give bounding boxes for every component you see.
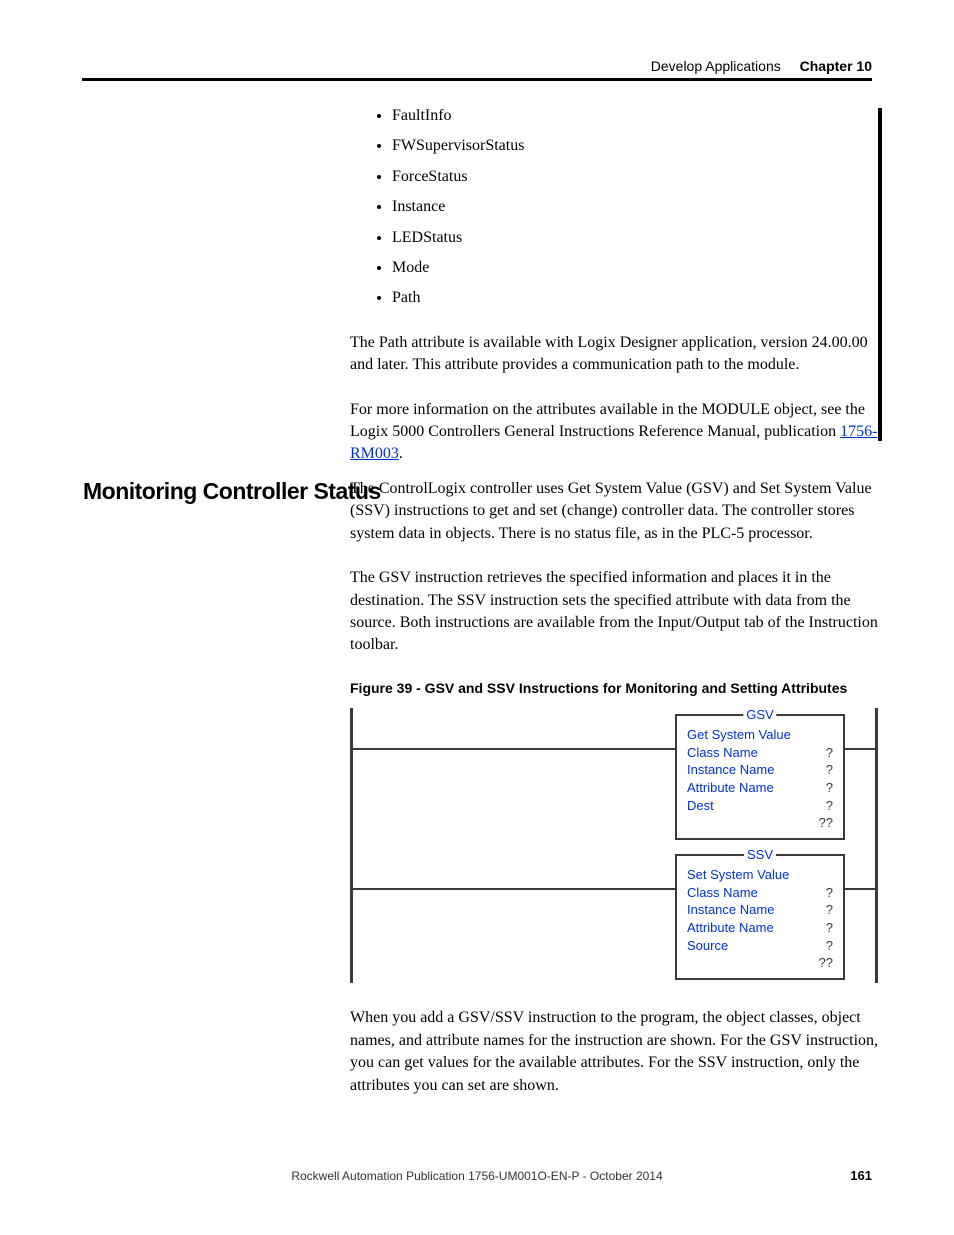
ssv-row-k: Class Name: [687, 884, 758, 902]
ladder-rung-gsv-out: [845, 748, 875, 750]
paragraph-path: The Path attribute is available with Log…: [350, 332, 880, 377]
ssv-title: Set System Value: [687, 866, 789, 884]
header-rule: [82, 78, 872, 81]
header-chapter-label: Chapter 10: [800, 58, 872, 74]
paragraph-moreinfo-pre: For more information on the attributes a…: [350, 401, 865, 440]
gsv-title: Get System Value: [687, 726, 791, 744]
ladder-diagram: GSV Get System Value Class Name? Instanc…: [350, 708, 878, 983]
attributes-list: FaultInfo FWSupervisorStatus ForceStatus…: [350, 105, 880, 310]
ssv-row-k: Source: [687, 937, 728, 955]
ssv-tag: SSV: [744, 846, 776, 864]
gsv-row-v: ?: [826, 761, 833, 779]
ladder-rung-ssv-out: [845, 888, 875, 890]
gsv-tag: GSV: [743, 706, 776, 724]
ssv-row-v: ?: [826, 901, 833, 919]
figure-caption: Figure 39 - GSV and SSV Instructions for…: [350, 679, 880, 699]
gsv-row-v: ?: [826, 779, 833, 797]
list-item: Path: [392, 287, 880, 309]
gsv-row-k: Attribute Name: [687, 779, 774, 797]
gsv-row-v: ?: [826, 744, 833, 762]
paragraph-s2-2: The GSV instruction retrieves the specif…: [350, 567, 880, 657]
section-heading: Monitoring Controller Status: [83, 478, 381, 505]
ssv-row-v: ?: [826, 937, 833, 955]
paragraph-after-figure: When you add a GSV/SSV instruction to th…: [350, 1007, 880, 1097]
gsv-row-k: Class Name: [687, 744, 758, 762]
ssv-row-v: ?: [826, 919, 833, 937]
paragraph-moreinfo-post: .: [399, 445, 403, 462]
header-chapter-title: Develop Applications: [651, 58, 781, 74]
gsv-block: GSV Get System Value Class Name? Instanc…: [675, 714, 845, 839]
gsv-row-k: Instance Name: [687, 761, 774, 779]
list-item: FaultInfo: [392, 105, 880, 127]
paragraph-s2-1: The ControlLogix controller uses Get Sys…: [350, 478, 880, 545]
ssv-row-v: ??: [819, 954, 833, 972]
footer-publication: Rockwell Automation Publication 1756-UM0…: [291, 1169, 662, 1183]
ssv-row-k: Attribute Name: [687, 919, 774, 937]
list-item: Mode: [392, 257, 880, 279]
list-item: ForceStatus: [392, 166, 880, 188]
list-item: Instance: [392, 196, 880, 218]
list-item: LEDStatus: [392, 227, 880, 249]
running-header: Develop Applications Chapter 10: [82, 58, 872, 74]
paragraph-moreinfo: For more information on the attributes a…: [350, 399, 880, 466]
ssv-block: SSV Set System Value Class Name? Instanc…: [675, 854, 845, 979]
ladder-rung-gsv-in: [353, 748, 703, 750]
footer-page-number: 161: [850, 1168, 872, 1183]
gsv-row-v: ?: [826, 797, 833, 815]
footer: Rockwell Automation Publication 1756-UM0…: [82, 1169, 872, 1183]
page: Develop Applications Chapter 10 FaultInf…: [0, 0, 954, 1235]
main-column-section: The ControlLogix controller uses Get Sys…: [350, 478, 880, 1119]
gsv-row-v: ??: [819, 814, 833, 832]
list-item: FWSupervisorStatus: [392, 135, 880, 157]
gsv-row-k: Dest: [687, 797, 714, 815]
ssv-row-k: Instance Name: [687, 901, 774, 919]
main-column-top: FaultInfo FWSupervisorStatus ForceStatus…: [350, 105, 880, 488]
ladder-rung-ssv-in: [353, 888, 703, 890]
ssv-row-v: ?: [826, 884, 833, 902]
ladder-rail-right: [875, 708, 878, 983]
